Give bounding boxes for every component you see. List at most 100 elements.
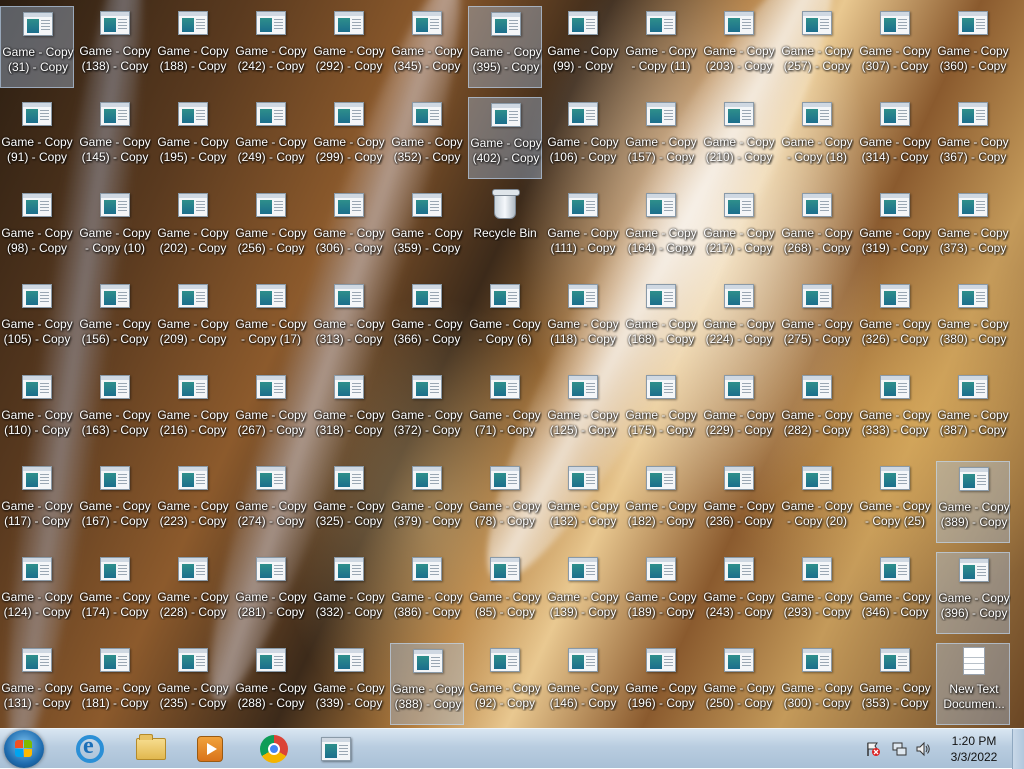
game-shortcut-desktop-icon[interactable]: Game - Copy - Copy (6) — [468, 279, 542, 361]
game-shortcut-desktop-icon[interactable]: Game - Copy - Copy (25) — [858, 461, 932, 543]
game-shortcut-desktop-icon[interactable]: Game - Copy (293) - Copy — [780, 552, 854, 634]
game-shortcut-desktop-icon[interactable]: Game - Copy (274) - Copy — [234, 461, 308, 543]
game-shortcut-desktop-icon[interactable]: Game - Copy (78) - Copy — [468, 461, 542, 543]
game-shortcut-desktop-icon[interactable]: Game - Copy (210) - Copy — [702, 97, 776, 179]
game-shortcut-desktop-icon[interactable]: Game - Copy (229) - Copy — [702, 370, 776, 452]
game-shortcut-desktop-icon[interactable]: Game - Copy (352) - Copy — [390, 97, 464, 179]
taskbar-chrome[interactable] — [248, 731, 300, 767]
game-shortcut-desktop-icon[interactable]: Game - Copy - Copy (18) — [780, 97, 854, 179]
game-shortcut-desktop-icon[interactable]: Game - Copy (288) - Copy — [234, 643, 308, 725]
game-shortcut-desktop-icon[interactable]: Game - Copy (168) - Copy — [624, 279, 698, 361]
game-shortcut-desktop-icon[interactable]: Game - Copy (224) - Copy — [702, 279, 776, 361]
game-shortcut-desktop-icon[interactable]: Game - Copy (268) - Copy — [780, 188, 854, 270]
game-shortcut-desktop-icon[interactable]: Game - Copy (110) - Copy — [0, 370, 74, 452]
game-shortcut-desktop-icon[interactable]: Game - Copy (300) - Copy — [780, 643, 854, 725]
game-shortcut-desktop-icon[interactable]: Game - Copy (275) - Copy — [780, 279, 854, 361]
game-shortcut-desktop-icon[interactable]: Game - Copy (379) - Copy — [390, 461, 464, 543]
game-shortcut-desktop-icon[interactable]: Game - Copy (299) - Copy — [312, 97, 386, 179]
game-shortcut-desktop-icon[interactable]: Game - Copy (92) - Copy — [468, 643, 542, 725]
game-shortcut-desktop-icon[interactable]: Game - Copy (117) - Copy — [0, 461, 74, 543]
game-shortcut-desktop-icon[interactable]: Game - Copy (164) - Copy — [624, 188, 698, 270]
game-shortcut-desktop-icon[interactable]: Game - Copy (372) - Copy — [390, 370, 464, 452]
game-shortcut-desktop-icon[interactable]: Game - Copy (216) - Copy — [156, 370, 230, 452]
taskbar-windows-explorer[interactable] — [125, 731, 177, 767]
game-shortcut-desktop-icon[interactable]: Game - Copy (257) - Copy — [780, 6, 854, 88]
game-shortcut-desktop-icon[interactable]: Game - Copy (281) - Copy — [234, 552, 308, 634]
taskbar-media-player[interactable] — [184, 731, 236, 767]
game-shortcut-desktop-icon[interactable]: Game - Copy (359) - Copy — [390, 188, 464, 270]
game-shortcut-desktop-icon[interactable]: Game - Copy (373) - Copy — [936, 188, 1010, 270]
desktop[interactable]: Game - Copy (31) - Copy Game - Copy (138) -… — [0, 0, 1024, 728]
game-shortcut-desktop-icon[interactable]: Game - Copy (118) - Copy — [546, 279, 620, 361]
game-shortcut-desktop-icon[interactable]: Game - Copy (346) - Copy — [858, 552, 932, 634]
game-shortcut-desktop-icon[interactable]: Game - Copy (156) - Copy — [78, 279, 152, 361]
game-shortcut-desktop-icon[interactable]: Game - Copy (189) - Copy — [624, 552, 698, 634]
game-shortcut-desktop-icon[interactable]: Game - Copy (380) - Copy — [936, 279, 1010, 361]
game-shortcut-desktop-icon[interactable]: Game - Copy (243) - Copy — [702, 552, 776, 634]
game-shortcut-desktop-icon[interactable]: Game - Copy (319) - Copy — [858, 188, 932, 270]
game-shortcut-desktop-icon[interactable]: Game - Copy (318) - Copy — [312, 370, 386, 452]
game-shortcut-desktop-icon[interactable]: Game - Copy (202) - Copy — [156, 188, 230, 270]
game-shortcut-desktop-icon[interactable]: Game - Copy (105) - Copy — [0, 279, 74, 361]
show-desktop-button[interactable] — [1012, 729, 1024, 769]
game-shortcut-desktop-icon[interactable]: Game - Copy (345) - Copy — [390, 6, 464, 88]
game-shortcut-desktop-icon[interactable]: Game - Copy (249) - Copy — [234, 97, 308, 179]
game-shortcut-desktop-icon[interactable]: Game - Copy (367) - Copy — [936, 97, 1010, 179]
game-shortcut-desktop-icon[interactable]: Game - Copy (395) - Copy — [468, 6, 542, 88]
game-shortcut-desktop-icon[interactable]: Game - Copy (181) - Copy — [78, 643, 152, 725]
game-shortcut-desktop-icon[interactable]: Game - Copy (106) - Copy — [546, 97, 620, 179]
game-shortcut-desktop-icon[interactable]: Game - Copy (235) - Copy — [156, 643, 230, 725]
game-shortcut-desktop-icon[interactable]: Game - Copy (188) - Copy — [156, 6, 230, 88]
game-shortcut-desktop-icon[interactable]: Game - Copy (366) - Copy — [390, 279, 464, 361]
game-shortcut-desktop-icon[interactable]: Game - Copy - Copy (20) — [780, 461, 854, 543]
action-center-flag-icon[interactable] — [862, 729, 884, 769]
game-shortcut-desktop-icon[interactable]: Game - Copy - Copy (10) — [78, 188, 152, 270]
game-shortcut-desktop-icon[interactable]: Game - Copy (174) - Copy — [78, 552, 152, 634]
game-shortcut-desktop-icon[interactable]: Game - Copy (98) - Copy — [0, 188, 74, 270]
game-shortcut-desktop-icon[interactable]: Game - Copy (99) - Copy — [546, 6, 620, 88]
game-shortcut-desktop-icon[interactable]: Game - Copy - Copy (11) — [624, 6, 698, 88]
game-shortcut-desktop-icon[interactable]: Game - Copy (217) - Copy — [702, 188, 776, 270]
game-shortcut-desktop-icon[interactable]: Game - Copy (71) - Copy — [468, 370, 542, 452]
game-shortcut-desktop-icon[interactable]: Game - Copy (223) - Copy — [156, 461, 230, 543]
game-shortcut-desktop-icon[interactable]: Game - Copy (91) - Copy — [0, 97, 74, 179]
game-shortcut-desktop-icon[interactable]: Game - Copy (360) - Copy — [936, 6, 1010, 88]
game-shortcut-desktop-icon[interactable]: Game - Copy (132) - Copy — [546, 461, 620, 543]
game-shortcut-desktop-icon[interactable]: Game - Copy (138) - Copy — [78, 6, 152, 88]
game-shortcut-desktop-icon[interactable]: Game - Copy (195) - Copy — [156, 97, 230, 179]
game-shortcut-desktop-icon[interactable]: Game - Copy (396) - Copy — [936, 552, 1010, 634]
game-shortcut-desktop-icon[interactable]: Game - Copy (163) - Copy — [78, 370, 152, 452]
game-shortcut-desktop-icon[interactable]: Game - Copy (353) - Copy — [858, 643, 932, 725]
network-icon[interactable] — [888, 729, 910, 769]
game-shortcut-desktop-icon[interactable]: Game - Copy (236) - Copy — [702, 461, 776, 543]
game-shortcut-desktop-icon[interactable]: Game - Copy (157) - Copy — [624, 97, 698, 179]
game-shortcut-desktop-icon[interactable]: Game - Copy (145) - Copy — [78, 97, 152, 179]
volume-icon[interactable] — [912, 729, 934, 769]
recycle-bin-desktop-icon[interactable]: Recycle Bin — [468, 188, 542, 270]
game-shortcut-desktop-icon[interactable]: Game - Copy (387) - Copy — [936, 370, 1010, 452]
text-document-desktop-icon[interactable]: New Text Documen... — [936, 643, 1010, 725]
game-shortcut-desktop-icon[interactable]: Game - Copy (325) - Copy — [312, 461, 386, 543]
game-shortcut-desktop-icon[interactable]: Game - Copy (228) - Copy — [156, 552, 230, 634]
game-shortcut-desktop-icon[interactable]: Game - Copy (386) - Copy — [390, 552, 464, 634]
system-clock[interactable]: 1:20 PM 3/3/2022 — [946, 733, 1002, 765]
game-shortcut-desktop-icon[interactable]: Game - Copy (31) - Copy — [0, 6, 74, 88]
game-shortcut-desktop-icon[interactable]: Game - Copy (389) - Copy — [936, 461, 1010, 543]
start-button[interactable] — [4, 730, 44, 768]
game-shortcut-desktop-icon[interactable]: Game - Copy (339) - Copy — [312, 643, 386, 725]
game-shortcut-desktop-icon[interactable]: Game - Copy (175) - Copy — [624, 370, 698, 452]
game-shortcut-desktop-icon[interactable]: Game - Copy (125) - Copy — [546, 370, 620, 452]
game-shortcut-desktop-icon[interactable]: Game - Copy (267) - Copy — [234, 370, 308, 452]
game-shortcut-desktop-icon[interactable]: Game - Copy (139) - Copy — [546, 552, 620, 634]
game-shortcut-desktop-icon[interactable]: Game - Copy (111) - Copy — [546, 188, 620, 270]
game-shortcut-desktop-icon[interactable]: Game - Copy (196) - Copy — [624, 643, 698, 725]
game-shortcut-desktop-icon[interactable]: Game - Copy (146) - Copy — [546, 643, 620, 725]
game-shortcut-desktop-icon[interactable]: Game - Copy (388) - Copy — [390, 643, 464, 725]
taskbar-internet-explorer[interactable] — [64, 731, 116, 767]
game-shortcut-desktop-icon[interactable]: Game - Copy (242) - Copy — [234, 6, 308, 88]
game-shortcut-desktop-icon[interactable]: Game - Copy (332) - Copy — [312, 552, 386, 634]
game-shortcut-desktop-icon[interactable]: Game - Copy (326) - Copy — [858, 279, 932, 361]
game-shortcut-desktop-icon[interactable]: Game - Copy (209) - Copy — [156, 279, 230, 361]
game-shortcut-desktop-icon[interactable]: Game - Copy (85) - Copy — [468, 552, 542, 634]
game-shortcut-desktop-icon[interactable]: Game - Copy (313) - Copy — [312, 279, 386, 361]
